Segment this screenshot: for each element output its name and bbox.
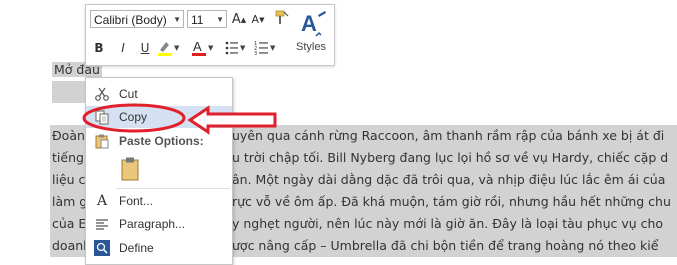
bullets-button[interactable]: ▼: [224, 38, 248, 56]
document-line-continued[interactable]: y nghẹt người, nên lúc này mới là giờ ăn…: [232, 213, 663, 235]
font-name-dropdown[interactable]: Calibri (Body) ▼: [90, 10, 184, 28]
line-right-text: u trời chập tối. Bill Nyberg đang lục lọ…: [232, 150, 669, 165]
underline-button[interactable]: U: [138, 39, 152, 57]
line-right-text: ân. Một ngày dài dằng dặc đã trôi qua, v…: [232, 172, 666, 187]
menu-item-label: Define: [119, 241, 154, 255]
paintbrush-icon: [275, 10, 289, 24]
menu-item-font[interactable]: A Font...: [86, 190, 232, 212]
copy-icon: [95, 110, 109, 125]
caret-up-icon: ▲: [240, 16, 247, 24]
line-left-text: tiếng: [52, 150, 84, 165]
line-left-text: liệu c: [52, 172, 86, 187]
font-size-value: 11: [191, 13, 204, 27]
styles-label: Styles: [296, 41, 326, 53]
line-left-text: doanl: [52, 238, 87, 253]
menu-item-label: Font...: [119, 194, 154, 208]
highlighter-icon: ▼: [158, 42, 180, 56]
document-line[interactable]: tiếng: [52, 147, 84, 169]
shrink-font-label: A: [251, 13, 260, 26]
document-line[interactable]: làm g: [52, 191, 87, 213]
svg-text:▼: ▼: [208, 44, 214, 52]
menu-item-paste-options: Paste Options:: [86, 130, 232, 152]
font-icon: A: [96, 193, 108, 209]
numbering-button[interactable]: 1 2 3 ▼: [254, 38, 278, 57]
menu-item-paragraph[interactable]: Paragraph...: [86, 213, 232, 235]
caret-down-icon: ▼: [259, 16, 265, 24]
font-color-icon: A ▼: [192, 39, 214, 56]
italic-label: I: [121, 41, 125, 55]
clipboard-icon: [95, 134, 109, 149]
font-color-button[interactable]: A ▼: [190, 38, 216, 56]
bold-button[interactable]: B: [92, 39, 106, 57]
menu-separator: [116, 188, 230, 189]
svg-text:A: A: [301, 11, 317, 36]
mini-toolbar: Calibri (Body) ▼ 11 ▼ A▲ A▼ A Styles B I…: [85, 4, 335, 66]
chevron-down-icon: ▼: [173, 15, 181, 24]
styles-icon[interactable]: A: [298, 9, 328, 39]
line-right-text: y nghẹt người, nên lúc này mới là giờ ăn…: [232, 216, 664, 231]
grow-font-button[interactable]: A▲: [231, 11, 247, 29]
svg-text:▼: ▼: [174, 44, 180, 52]
line-right-text: uyên qua cánh rừng Raccoon, âm thanh rầm…: [232, 128, 665, 143]
document-line-continued[interactable]: rực vỗ về ôm ấp. Đã khá muộn, tám giờ rồ…: [232, 191, 671, 213]
bullets-icon: ▼: [225, 41, 246, 55]
underline-label: U: [140, 41, 150, 55]
svg-text:▼: ▼: [240, 44, 246, 52]
svg-text:3: 3: [254, 51, 257, 57]
document-line-continued[interactable]: ân. Một ngày dài dằng dặc đã trôi qua, v…: [232, 169, 665, 191]
svg-text:▼: ▼: [270, 44, 276, 52]
bold-label: B: [94, 41, 104, 55]
menu-item-label: Copy: [119, 110, 148, 124]
grow-font-label: A: [231, 12, 241, 27]
document-line[interactable]: Đoàn: [52, 125, 85, 147]
paragraph-icon: [96, 219, 108, 230]
line-left-text: của E: [52, 216, 87, 231]
shrink-font-button[interactable]: A▼: [250, 11, 266, 29]
menu-item-define[interactable]: Define: [86, 237, 232, 259]
highlight-button[interactable]: ▼: [156, 38, 182, 56]
line-right-text: ược nâng cấp – Umbrella đã chi bộn tiền …: [232, 238, 659, 253]
paste-keep-formatting-button[interactable]: [86, 156, 232, 184]
search-icon: [94, 240, 110, 256]
numbering-icon: 1 2 3 ▼: [254, 41, 276, 57]
menu-item-cut[interactable]: Cut: [86, 83, 232, 105]
line-left-text: làm g: [52, 194, 88, 209]
font-name-value: Calibri (Body): [94, 13, 167, 27]
document-line[interactable]: doanl: [52, 235, 87, 257]
context-menu: Cut Copy Paste Options: A Font... Paragr…: [85, 77, 233, 265]
menu-item-label: Cut: [119, 87, 138, 101]
italic-button[interactable]: I: [116, 39, 130, 57]
document-line[interactable]: của E: [52, 213, 86, 235]
document-line[interactable]: liệu c: [52, 169, 85, 191]
line-right-text: rực vỗ về ôm ấp. Đã khá muộn, tám giờ rồ…: [232, 194, 671, 209]
document-line-continued[interactable]: uyên qua cánh rừng Raccoon, âm thanh rầm…: [232, 125, 664, 147]
font-size-dropdown[interactable]: 11 ▼: [187, 10, 227, 28]
document-line-continued[interactable]: u trời chập tối. Bill Nyberg đang lục lọ…: [232, 147, 668, 169]
menu-item-label: Paragraph...: [119, 217, 186, 231]
chevron-down-icon: ▼: [216, 15, 224, 24]
menu-item-copy[interactable]: Copy: [86, 106, 232, 128]
scissors-icon: [95, 87, 109, 101]
document-page: Mở đầu Đoàn tiếng liệu c làm g của E doa…: [0, 0, 677, 265]
clipboard-icon: [121, 157, 139, 181]
svg-text:A: A: [193, 39, 202, 54]
format-painter-button[interactable]: [272, 9, 292, 27]
document-line-continued[interactable]: ược nâng cấp – Umbrella đã chi bộn tiền …: [232, 235, 658, 257]
menu-item-label: Paste Options:: [119, 134, 204, 148]
line-left-text: Đoàn: [52, 128, 85, 143]
